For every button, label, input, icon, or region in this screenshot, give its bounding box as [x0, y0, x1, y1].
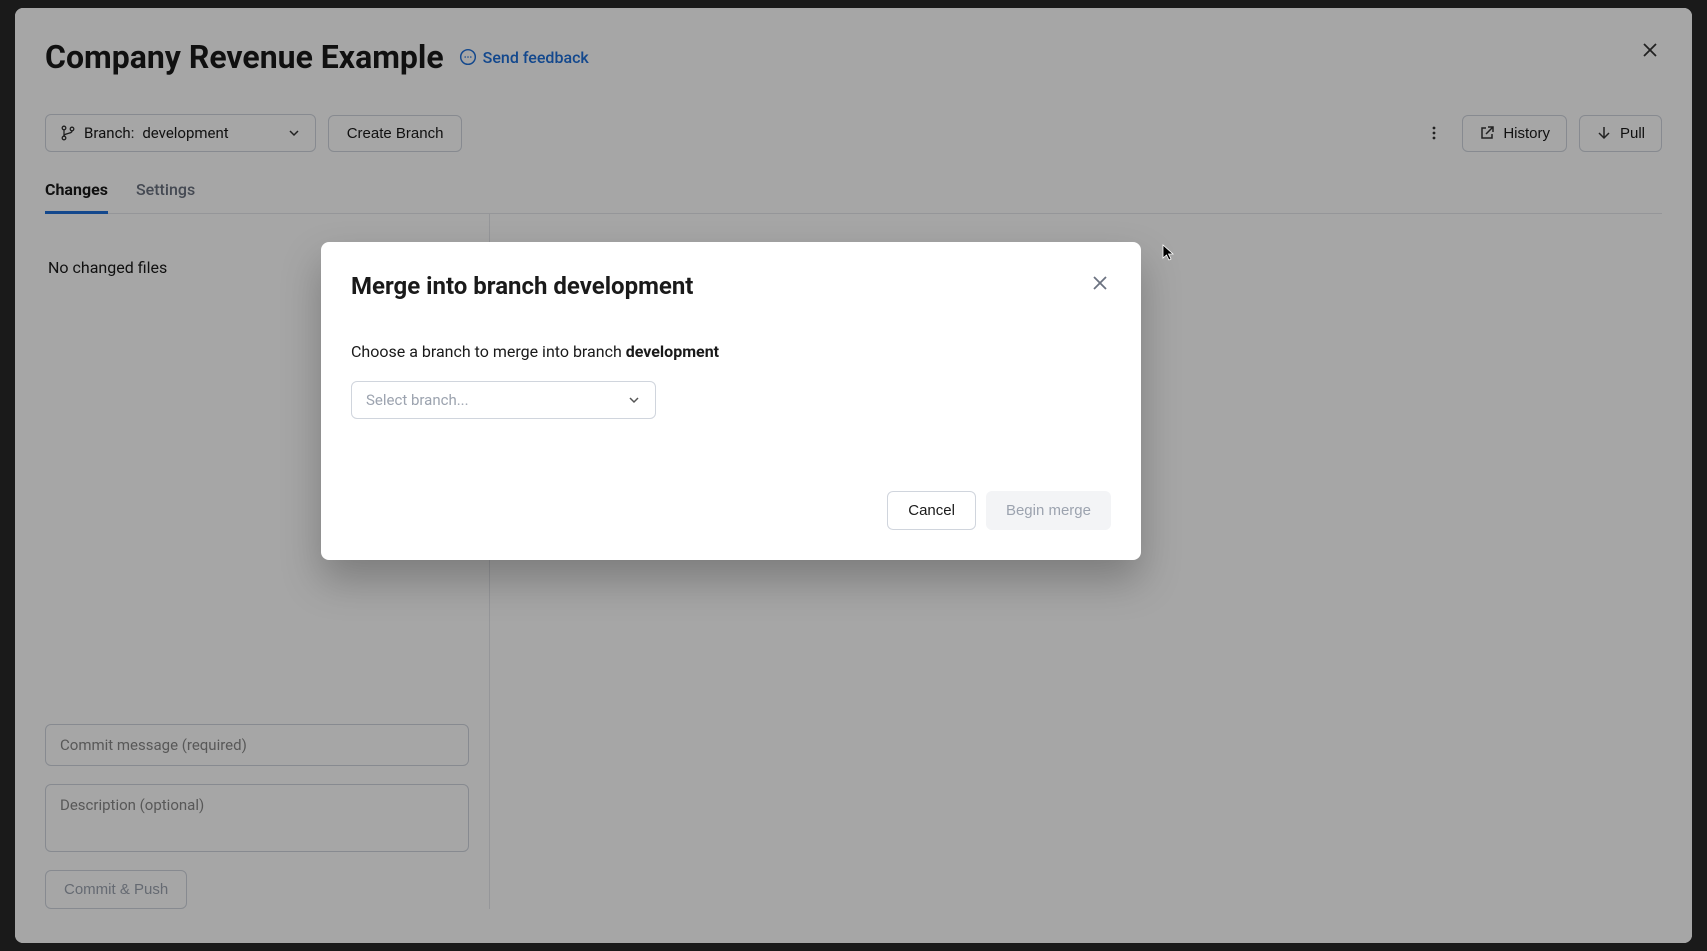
modal-footer: Cancel Begin merge	[351, 491, 1111, 530]
merge-modal: Merge into branch development Choose a b…	[321, 242, 1141, 560]
branch-select-dropdown[interactable]: Select branch...	[351, 381, 656, 419]
modal-header: Merge into branch development	[351, 272, 1111, 300]
modal-subtitle: Choose a branch to merge into branch dev…	[351, 342, 1111, 361]
modal-close-button[interactable]	[1089, 272, 1111, 294]
branch-dropdown-placeholder: Select branch...	[366, 391, 469, 409]
begin-merge-button[interactable]: Begin merge	[986, 491, 1111, 530]
mouse-cursor-icon	[1162, 244, 1176, 262]
chevron-down-icon	[627, 393, 641, 407]
modal-subtitle-prefix: Choose a branch to merge into branch	[351, 342, 626, 361]
close-icon	[1091, 274, 1109, 292]
modal-title: Merge into branch development	[351, 272, 693, 300]
modal-subtitle-branch: development	[626, 342, 719, 361]
cancel-button[interactable]: Cancel	[887, 491, 976, 530]
